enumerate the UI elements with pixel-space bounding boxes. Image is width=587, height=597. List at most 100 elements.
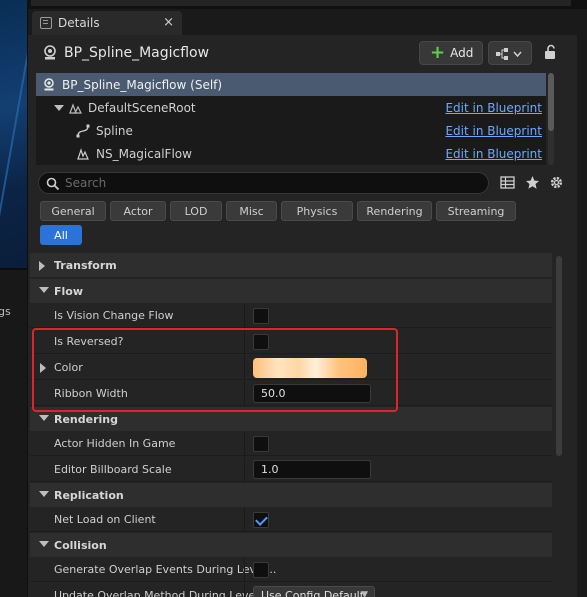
expand-arrow-icon[interactable] xyxy=(40,363,46,373)
tree-row-label: DefaultSceneRoot xyxy=(88,100,196,115)
actor-hidden-in-game-checkbox[interactable] xyxy=(253,436,269,452)
property-name: Is Reversed? xyxy=(54,335,124,348)
category-label: Rendering xyxy=(54,412,118,426)
net-load-on-client-checkbox[interactable] xyxy=(253,512,269,528)
viewport-preview xyxy=(0,0,27,268)
expand-arrow-icon xyxy=(39,261,45,271)
ribbon-width-input[interactable]: 50.0 xyxy=(253,384,371,403)
star-icon[interactable] xyxy=(525,175,540,190)
tree-row-defaultsceneroot[interactable]: DefaultSceneRoot Edit in Blueprint xyxy=(36,96,546,119)
close-icon[interactable]: × xyxy=(163,15,174,30)
property-row: Is Vision Change Flow xyxy=(30,303,552,328)
edit-in-blueprint-link[interactable]: Edit in Blueprint xyxy=(445,124,542,138)
filter-general[interactable]: General xyxy=(40,201,106,221)
actor-title: BP_Spline_Magicflow xyxy=(64,45,210,61)
tab-bar: Details × xyxy=(28,9,587,35)
category-flow[interactable]: Flow xyxy=(30,279,552,303)
search-input[interactable] xyxy=(65,175,475,191)
property-row: Color xyxy=(30,355,552,380)
left-panel-text: gs xyxy=(0,305,11,318)
chevron-down-icon: ▼ xyxy=(361,590,368,597)
tree-row-spline[interactable]: Spline Edit in Blueprint xyxy=(36,119,546,142)
editor-billboard-scale-input[interactable]: 1.0 xyxy=(253,460,371,479)
property-row: Update Overlap Method During Level... Us… xyxy=(30,583,552,597)
category-replication[interactable]: Replication xyxy=(30,483,552,507)
collapse-arrow-icon xyxy=(39,491,49,497)
category-collision[interactable]: Collision xyxy=(30,533,552,557)
blueprint-options-button[interactable] xyxy=(488,41,532,65)
edit-in-blueprint-link[interactable]: Edit in Blueprint xyxy=(445,147,542,161)
property-name: Actor Hidden In Game xyxy=(54,437,176,450)
add-component-button[interactable]: + Add xyxy=(419,41,483,65)
actor-icon xyxy=(44,77,54,90)
color-gradient-swatch[interactable] xyxy=(253,358,367,378)
is-reversed-checkbox[interactable] xyxy=(253,334,269,350)
dropdown-value: Use Config Default xyxy=(261,589,365,597)
property-row: Ribbon Width 50.0 xyxy=(30,381,552,406)
search-field[interactable] xyxy=(38,172,489,194)
scene-component-icon xyxy=(69,102,82,114)
category-label: Replication xyxy=(54,488,124,502)
details-scrollbar[interactable] xyxy=(556,256,562,456)
tab-label: Details xyxy=(58,16,100,30)
tree-row-self[interactable]: BP_Spline_Magicflow (Self) xyxy=(36,73,546,96)
add-label: Add xyxy=(450,46,474,60)
edit-in-blueprint-link[interactable]: Edit in Blueprint xyxy=(445,101,542,115)
property-matrix-icon[interactable] xyxy=(500,175,515,190)
property-name: Ribbon Width xyxy=(54,387,128,400)
property-row: Net Load on Client xyxy=(30,507,552,532)
filter-lod[interactable]: LOD xyxy=(170,201,222,221)
filter-all[interactable]: All xyxy=(40,225,82,245)
filter-actor[interactable]: Actor xyxy=(110,201,166,221)
gear-icon[interactable] xyxy=(549,175,564,190)
component-tree: BP_Spline_Magicflow (Self) DefaultSceneR… xyxy=(36,73,546,165)
expand-arrow-icon[interactable] xyxy=(54,104,64,111)
generate-overlap-events-checkbox[interactable] xyxy=(253,562,269,578)
tree-row-label: Spline xyxy=(96,123,133,138)
actor-icon xyxy=(44,45,56,60)
property-row: Editor Billboard Scale 1.0 xyxy=(30,457,552,482)
top-band xyxy=(27,0,587,9)
collapse-arrow-icon xyxy=(39,415,49,421)
panel-divider xyxy=(0,268,27,270)
collapse-arrow-icon xyxy=(39,287,49,293)
tree-row-label: NS_MagicalFlow xyxy=(96,146,192,161)
is-vision-change-flow-checkbox[interactable] xyxy=(253,308,269,324)
tree-scrollbar[interactable] xyxy=(548,73,554,165)
tree-row-label: BP_Spline_Magicflow (Self) xyxy=(62,77,223,92)
property-name: Net Load on Client xyxy=(54,513,156,526)
tree-row-ns-magicalflow[interactable]: NS_MagicalFlow Edit in Blueprint xyxy=(36,142,546,165)
category-rendering[interactable]: Rendering xyxy=(30,407,552,431)
panel-edge xyxy=(577,9,587,597)
property-name: Update Overlap Method During Level... xyxy=(54,589,269,597)
category-label: Collision xyxy=(54,538,107,552)
property-row: Is Reversed? xyxy=(30,329,552,354)
filter-misc[interactable]: Misc xyxy=(226,201,277,221)
niagara-icon xyxy=(77,147,89,160)
filter-rendering[interactable]: Rendering xyxy=(357,201,432,221)
details-panel: Details × BP_Spline_Magicflow + Add BP_S… xyxy=(27,9,587,597)
left-panel: gs xyxy=(0,0,27,597)
property-name: Is Vision Change Flow xyxy=(54,309,174,322)
details-list: Transform Flow Is Vision Change Flow Is … xyxy=(28,253,552,597)
spline-icon xyxy=(76,124,90,137)
lock-icon[interactable] xyxy=(542,44,558,60)
category-label: Transform xyxy=(54,258,117,272)
tab-details[interactable]: Details × xyxy=(32,11,182,35)
hierarchy-icon xyxy=(496,48,522,60)
details-icon xyxy=(40,17,52,29)
collapse-arrow-icon xyxy=(39,541,49,547)
filter-physics[interactable]: Physics xyxy=(281,201,353,221)
property-name: Color xyxy=(54,361,83,374)
details-header: BP_Spline_Magicflow + Add xyxy=(28,35,587,75)
plus-icon: + xyxy=(430,42,446,63)
filter-streaming[interactable]: Streaming xyxy=(436,201,516,221)
category-label: Flow xyxy=(54,284,84,298)
update-overlap-method-dropdown[interactable]: Use Config Default ▼ xyxy=(253,586,375,597)
category-transform[interactable]: Transform xyxy=(30,253,552,277)
property-row: Generate Overlap Events During Level... xyxy=(30,557,552,582)
property-row: Actor Hidden In Game xyxy=(30,431,552,456)
search-icon xyxy=(46,177,60,191)
property-name: Editor Billboard Scale xyxy=(54,463,172,476)
property-name: Generate Overlap Events During Level... xyxy=(54,563,277,576)
